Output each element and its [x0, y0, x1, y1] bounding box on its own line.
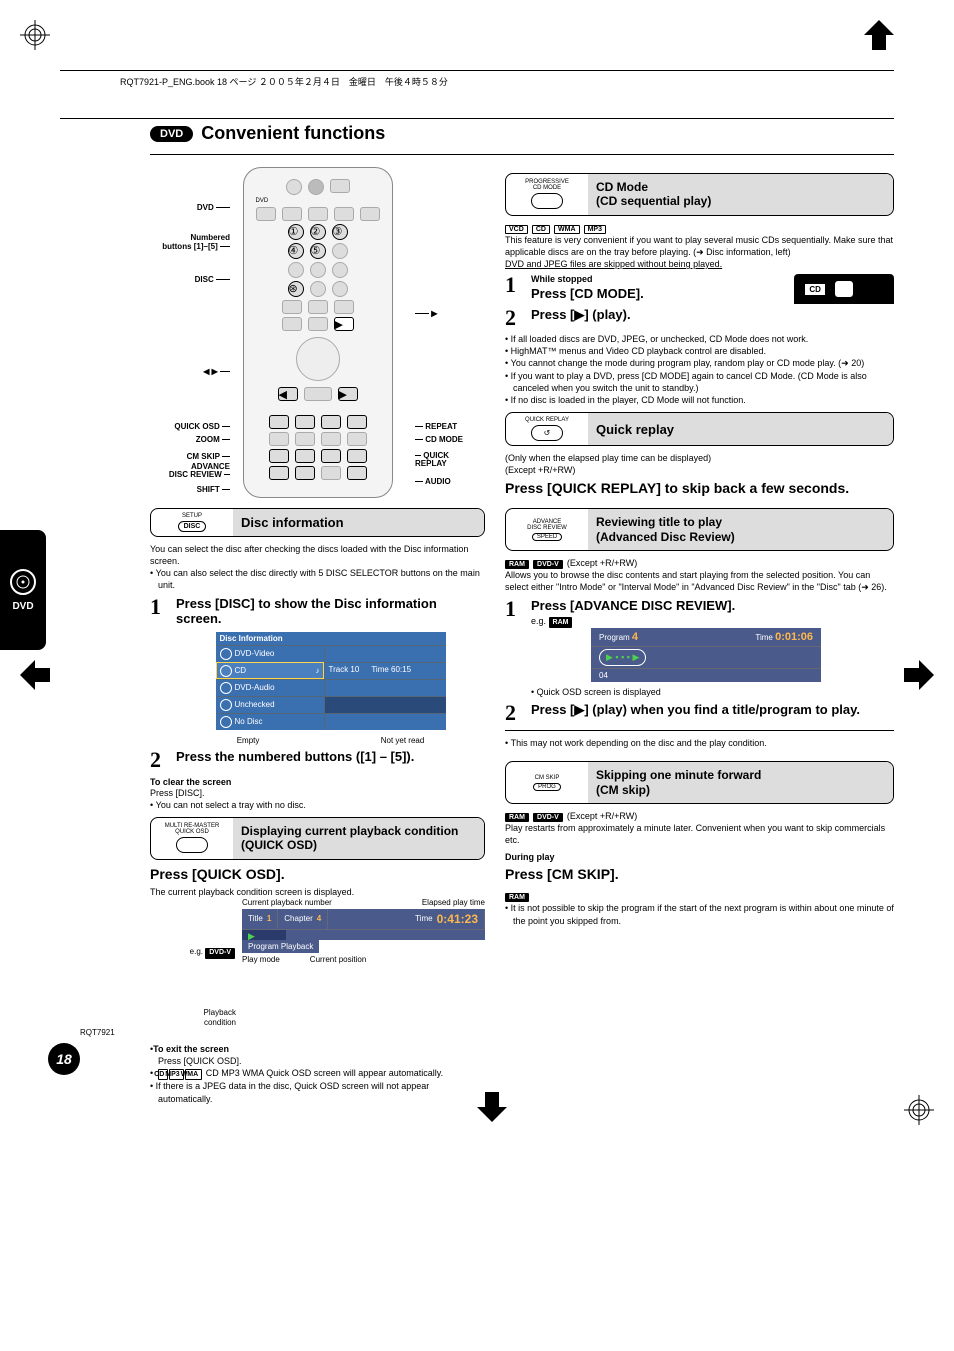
- callout-quick-replay: QUICK REPLAY: [415, 452, 495, 468]
- callout-quick-osd: QUICK OSD: [140, 422, 230, 431]
- left-column: DVD Numbered buttons [1]–[5] DISC ◀ ▶ QU…: [150, 167, 485, 1105]
- step-number: 1: [150, 596, 168, 745]
- callout-adr: ADVANCE DISC REVIEW: [140, 463, 230, 479]
- step-title: Press the numbered buttons ([1] – [5]).: [176, 749, 485, 764]
- section-quick-replay: QUICK REPLAY ↺ Quick replay: [505, 412, 894, 446]
- section-cd-mode: PROGRESSIVE CD MODE CD Mode (CD sequenti…: [505, 173, 894, 216]
- callout-dvd: DVD: [140, 203, 230, 212]
- callout-numbered: Numbered buttons [1]–[5]: [140, 233, 230, 251]
- page-title: Convenient functions: [201, 123, 385, 144]
- crop-arrow-icon: [477, 1092, 507, 1125]
- page-number: 18: [48, 1043, 80, 1075]
- section-adr: ADVANCE DISC REVIEW SPEED Reviewing titl…: [505, 508, 894, 551]
- disc-icon: [10, 569, 36, 595]
- callout-cm-skip: CM SKIP: [140, 452, 230, 461]
- dvd-badge: DVD: [150, 126, 193, 142]
- registration-mark-icon: [904, 1095, 934, 1125]
- callout-left-right: ◀ ▶: [140, 367, 230, 376]
- right-column: PROGRESSIVE CD MODE CD Mode (CD sequenti…: [505, 167, 894, 1105]
- disc-info-table: Disc Information DVD-Video CD♪Track 10Ti…: [216, 632, 446, 730]
- page-title-row: DVD Convenient functions: [150, 123, 894, 144]
- crop-arrow-icon: [864, 20, 894, 53]
- side-tab-dvd: DVD: [0, 530, 46, 650]
- clear-heading: To clear the screen: [150, 777, 485, 787]
- section-title: Disc information: [233, 509, 484, 536]
- crop-arrow-icon: [904, 660, 934, 693]
- callout-audio: AUDIO: [415, 477, 495, 486]
- section-quick-osd: MULTI RE-MASTER QUICK OSD Displaying cur…: [150, 817, 485, 860]
- quick-replay-press: Press [QUICK REPLAY] to skip back a few …: [505, 480, 894, 496]
- cd-mode-badges: VCD CD WMA MP3: [505, 222, 894, 234]
- adr-osd-bar: Program 4 Time 0:01:06 ▶ ▪ ▪ ▪ ▶ 04: [591, 628, 821, 682]
- cm-skip-press: Press [CM SKIP].: [505, 866, 894, 882]
- section-disc-information: SETUP DISC Disc information: [150, 508, 485, 537]
- section-cm-skip: CM SKIP PROG Skipping one minute forward…: [505, 761, 894, 804]
- disc-info-intro-bullet: You can also select the disc directly wi…: [150, 567, 485, 591]
- callout-shift: SHIFT: [140, 485, 230, 494]
- remote-diagram: DVD Numbered buttons [1]–[5] DISC ◀ ▶ QU…: [150, 167, 485, 498]
- section-title: Displaying current playback condition (Q…: [233, 818, 484, 859]
- cd-mode-bullets: If all loaded discs are DVD, JPEG, or un…: [505, 333, 894, 406]
- registration-mark-icon: [20, 20, 50, 50]
- quick-osd-press: Press [QUICK OSD].: [150, 866, 485, 882]
- step-title: Press [DISC] to show the Disc informatio…: [176, 596, 485, 626]
- page: RQT7921-P_ENG.book 18 ページ ２００５年２月４日 金曜日 …: [0, 0, 954, 1145]
- crop-arrow-icon: [20, 660, 50, 693]
- callout-play: ▶: [415, 309, 495, 318]
- disc-info-intro: You can select the disc after checking t…: [150, 543, 485, 567]
- callout-disc: DISC: [140, 275, 230, 284]
- callout-cd-mode: CD MODE: [415, 435, 495, 444]
- callout-repeat: REPEAT: [415, 422, 495, 431]
- book-header: RQT7921-P_ENG.book 18 ページ ２００５年２月４日 金曜日 …: [120, 75, 894, 88]
- footer-code: RQT7921: [80, 1028, 115, 1037]
- callout-zoom: ZOOM: [140, 435, 230, 444]
- side-tab-label: DVD: [12, 601, 33, 612]
